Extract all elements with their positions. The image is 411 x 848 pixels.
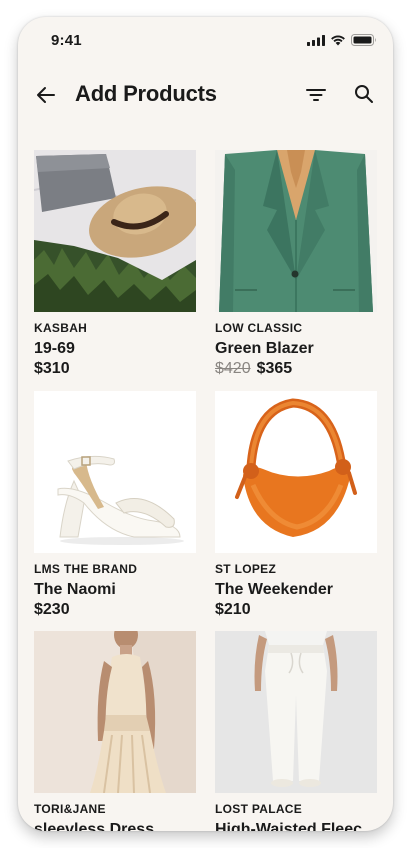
cellular-signal-icon — [307, 34, 325, 46]
product-image-orange-bag — [215, 391, 377, 553]
search-icon — [355, 85, 373, 103]
product-brand: ST LOPEZ — [215, 562, 277, 576]
product-name: The Naomi — [34, 581, 116, 598]
product-price: $230 — [34, 601, 70, 618]
filter-icon — [306, 89, 326, 101]
page-title: Add Products — [75, 81, 217, 106]
product-price: $365 — [256, 360, 293, 377]
product-brand: LOST PALACE — [215, 802, 303, 816]
product-image-green-blazer — [215, 150, 377, 312]
product-brand: KASBAH — [34, 321, 88, 335]
search-button[interactable] — [352, 82, 376, 106]
product-image-straw-hat — [34, 150, 196, 312]
product-image-sleeveless-dress — [34, 631, 196, 793]
product-price: $310 — [34, 360, 70, 377]
product-brand: LMS THE BRAND — [34, 562, 138, 576]
product-card[interactable]: KASBAH 19-69 $310 — [34, 150, 196, 379]
price-row: $310 — [34, 359, 196, 379]
product-name: High-Waisted Fleec — [215, 821, 362, 831]
product-name: Green Blazer — [215, 340, 314, 357]
price-row: $420 $365 — [215, 359, 377, 379]
product-card[interactable]: LOW CLASSIC Green Blazer $420 $365 — [215, 150, 377, 379]
product-brand: LOW CLASSIC — [215, 321, 303, 335]
product-brand: TORI&JANE — [34, 802, 106, 816]
status-time: 9:41 — [51, 32, 82, 49]
wifi-icon — [331, 35, 345, 45]
price-row: $230 — [34, 600, 196, 620]
app-header: Add Products — [18, 73, 393, 117]
status-icons — [307, 34, 377, 46]
status-bar: 9:41 — [18, 17, 393, 61]
product-name: The Weekender — [215, 581, 333, 598]
product-image-white-sandal — [34, 391, 196, 553]
price-row: $210 — [215, 600, 377, 620]
product-card[interactable]: TORI&JANE sleevless Dress — [34, 631, 196, 831]
back-button[interactable] — [34, 83, 58, 107]
product-image-white-pants — [215, 631, 377, 793]
product-card[interactable]: LMS THE BRAND The Naomi $230 — [34, 391, 196, 620]
arrow-left-icon — [37, 87, 55, 103]
phone-screen: 9:41 Add Products KASBAH 19-69 $310 LOW … — [18, 17, 393, 831]
battery-icon — [351, 34, 376, 46]
product-name: sleevless Dress — [34, 821, 155, 831]
product-name: 19-69 — [34, 340, 75, 357]
product-card[interactable]: LOST PALACE High-Waisted Fleec — [215, 631, 377, 831]
product-price: $210 — [215, 601, 251, 618]
product-original-price: $420 — [215, 360, 251, 377]
product-card[interactable]: ST LOPEZ The Weekender $210 — [215, 391, 377, 620]
filter-button[interactable] — [304, 83, 328, 107]
